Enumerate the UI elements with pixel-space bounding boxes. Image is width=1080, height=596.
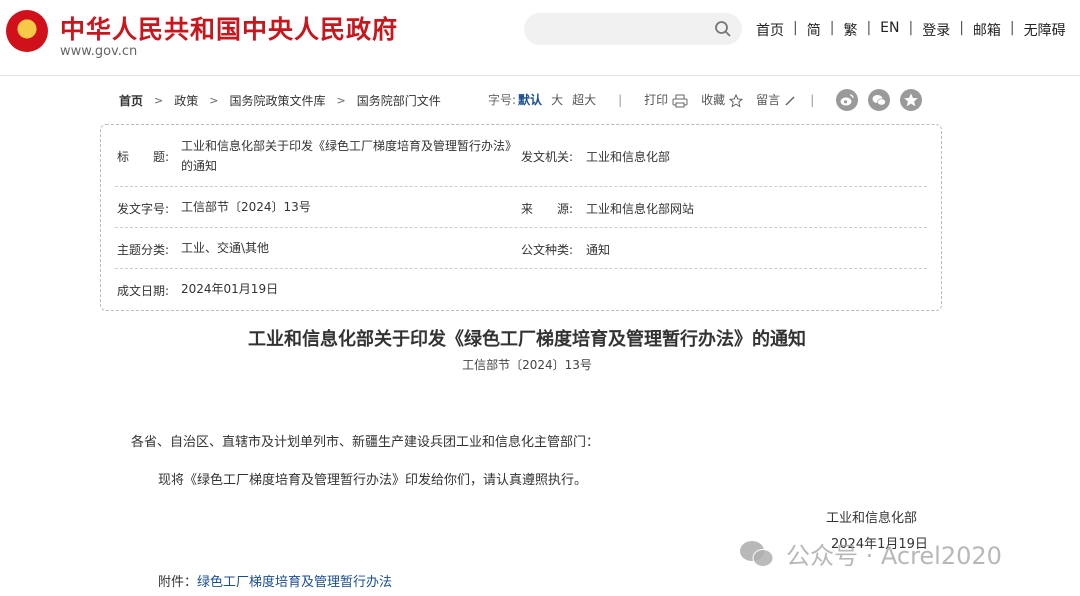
category-value: 工业、交通\其他 — [181, 241, 270, 255]
site-title[interactable]: 中华人民共和国中央人民政府 — [60, 10, 398, 46]
search-input[interactable] — [524, 13, 742, 45]
docno-value: 工信部节〔2024〕13号 — [181, 200, 311, 214]
nav-home[interactable]: 首页 — [756, 20, 784, 40]
doctype-label: 公文种类: — [521, 243, 574, 257]
attachment-line: 附件：绿色工厂梯度培育及管理暂行办法 — [158, 571, 392, 590]
font-size-xlarge[interactable]: 超大 — [572, 91, 596, 108]
attachment-label: 附件： — [158, 575, 198, 590]
toolbar-separator: | — [618, 92, 623, 107]
nav-separator: | — [1009, 20, 1015, 36]
breadcrumb-policy[interactable]: 政策 — [174, 92, 198, 109]
favorite-label: 收藏 — [701, 93, 726, 107]
nav-simplified[interactable]: 简 — [807, 20, 821, 40]
search-icon[interactable] — [714, 20, 732, 38]
nav-accessibility[interactable]: 无障碍 — [1024, 20, 1066, 40]
breadcrumb-policy-library[interactable]: 国务院政策文件库 — [229, 92, 325, 109]
printer-icon — [672, 94, 688, 107]
national-emblem-icon[interactable]: ★ — [6, 10, 48, 52]
docno-label: 发文字号: — [117, 202, 170, 216]
article-toolbar: 字号: 默认 大 超大 | 打印 收藏 留言 | — [488, 91, 814, 108]
doctype-value: 通知 — [586, 243, 611, 257]
pencil-icon — [785, 95, 795, 106]
nav-separator: | — [866, 20, 872, 36]
category-label: 主题分类: — [117, 243, 170, 257]
top-nav: 首页 | 简 | 繁 | EN | 登录 | 邮箱 | 无障碍 — [756, 20, 1066, 40]
article-title: 工业和信息化部关于印发《绿色工厂梯度培育及管理暂行办法》的通知 — [248, 329, 806, 350]
title-value: 工业和信息化部关于印发《绿色工厂梯度培育及管理暂行办法》的通知 — [181, 139, 518, 173]
article-salutation: 各省、自治区、直辖市及计划单列市、新疆生产建设兵团工业和信息化主管部门： — [131, 435, 600, 450]
weibo-share-icon[interactable] — [836, 89, 858, 111]
breadcrumb-department-docs[interactable]: 国务院部门文件 — [357, 92, 441, 109]
font-size-large[interactable]: 大 — [551, 91, 563, 108]
comment-button[interactable]: 留言 — [756, 91, 796, 108]
nav-english[interactable]: EN — [880, 20, 899, 40]
toolbar-separator: | — [810, 92, 815, 107]
print-button[interactable]: 打印 — [644, 91, 688, 108]
article-docno: 工信部节〔2024〕13号 — [462, 358, 592, 372]
watermark-text: 公众号 · Acrel2020 — [786, 542, 1002, 570]
chevron-right-icon: > — [336, 94, 346, 107]
attachment-link[interactable]: 绿色工厂梯度培育及管理暂行办法 — [197, 575, 392, 590]
article-signer: 工业和信息化部 — [826, 511, 918, 526]
breadcrumb-home[interactable]: 首页 — [119, 92, 143, 109]
wechat-watermark: 公众号 · Acrel2020 — [738, 536, 1002, 571]
chevron-right-icon: > — [154, 94, 164, 107]
comment-label: 留言 — [756, 93, 781, 107]
nav-separator: | — [829, 20, 835, 36]
nav-separator: | — [908, 20, 914, 36]
nav-login[interactable]: 登录 — [922, 20, 950, 40]
issuer-label: 发文机关: — [521, 150, 574, 164]
metadata-row: 成文日期: 2024年01月19日 — [115, 269, 927, 310]
article-body: 现将《绿色工厂梯度培育及管理暂行办法》印发给你们，请认真遵照执行。 — [158, 473, 588, 488]
chevron-right-icon: > — [209, 94, 219, 107]
metadata-row: 发文字号: 工信部节〔2024〕13号 来 源: 工业和信息化部网站 — [115, 187, 927, 228]
source-label: 来 源: — [521, 202, 574, 216]
metadata-row: 主题分类: 工业、交通\其他 公文种类: 通知 — [115, 228, 927, 269]
nav-email[interactable]: 邮箱 — [973, 20, 1001, 40]
print-label: 打印 — [644, 93, 669, 107]
star-outline-icon — [729, 93, 744, 108]
document-metadata-panel: 标 题: 工业和信息化部关于印发《绿色工厂梯度培育及管理暂行办法》的通知 发文机… — [100, 124, 942, 311]
issuer-value: 工业和信息化部 — [586, 150, 671, 164]
font-size-default[interactable]: 默认 — [518, 91, 542, 108]
breadcrumb: 首页 > 政策 > 国务院政策文件库 > 国务院部门文件 — [119, 92, 441, 109]
wechat-icon — [740, 540, 774, 567]
nav-traditional[interactable]: 繁 — [843, 20, 857, 40]
wechat-share-icon[interactable] — [868, 89, 890, 111]
site-header: ★ 中华人民共和国中央人民政府 www.gov.cn 首页 | 简 | 繁 | EN |… — [0, 0, 1080, 76]
nav-separator: | — [793, 20, 798, 36]
site-domain: www.gov.cn — [60, 44, 138, 59]
nav-separator: | — [959, 20, 964, 36]
font-size-label: 字号: — [488, 93, 517, 107]
date-label: 成文日期: — [117, 284, 170, 298]
source-value: 工业和信息化部网站 — [586, 202, 695, 216]
favorite-button[interactable]: 收藏 — [701, 91, 744, 108]
favorite-share-icon[interactable] — [900, 89, 922, 111]
date-value: 2024年01月19日 — [181, 282, 279, 296]
metadata-row: 标 题: 工业和信息化部关于印发《绿色工厂梯度培育及管理暂行办法》的通知 发文机… — [115, 125, 927, 187]
title-label: 标 题: — [117, 150, 170, 164]
